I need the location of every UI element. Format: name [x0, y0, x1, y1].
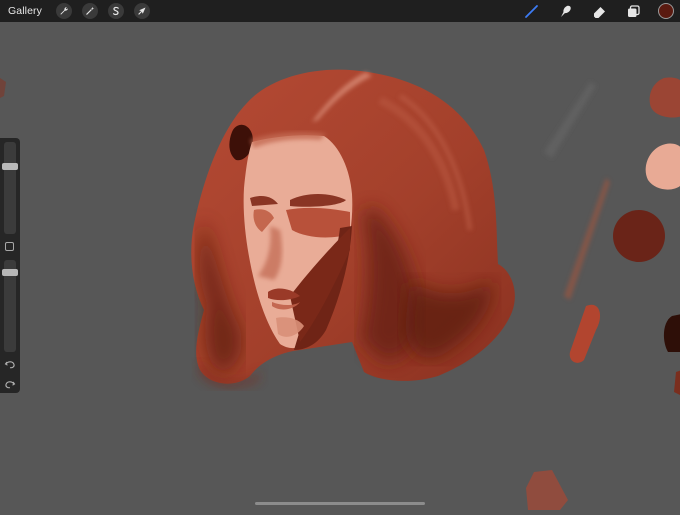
artwork — [0, 69, 680, 510]
brush-icon — [524, 4, 538, 18]
wrench-icon — [60, 7, 68, 15]
brush-size-slider[interactable] — [4, 142, 16, 234]
transform-arrow-icon — [138, 7, 146, 15]
top-toolbar: Gallery — [0, 0, 680, 22]
swatch-dark — [613, 210, 665, 262]
hair — [191, 69, 515, 384]
layers-tool[interactable] — [622, 0, 644, 22]
opacity-handle[interactable] — [2, 268, 18, 276]
redo-icon[interactable] — [4, 378, 16, 390]
magic-wand-icon — [86, 6, 95, 15]
gallery-button[interactable]: Gallery — [8, 5, 42, 17]
eraser-icon — [593, 6, 605, 18]
smudge-tool[interactable] — [554, 0, 576, 22]
right-tools — [508, 0, 674, 22]
brush-sidebar — [0, 138, 20, 393]
transform-button[interactable] — [133, 3, 150, 19]
modify-button[interactable] — [5, 242, 14, 251]
adjustments-button[interactable] — [81, 3, 98, 19]
drawing-canvas[interactable] — [0, 22, 680, 510]
actions-button[interactable] — [55, 3, 72, 19]
swatch-skin — [645, 143, 680, 190]
pale-stroke — [564, 178, 610, 300]
layers-icon — [627, 4, 640, 17]
selection-s-icon — [112, 6, 119, 16]
selection-button[interactable] — [107, 3, 124, 19]
eraser-tool[interactable] — [588, 0, 610, 22]
color-picker-button[interactable] — [658, 3, 674, 19]
undo-icon[interactable] — [4, 358, 16, 370]
swatch-deep — [663, 314, 680, 352]
swatch-hair — [649, 77, 680, 118]
bottom-stroke — [526, 470, 568, 510]
red-stroke — [569, 304, 601, 363]
brush-size-handle[interactable] — [2, 163, 18, 171]
home-indicator[interactable] — [255, 502, 425, 505]
smudge-icon — [560, 5, 571, 17]
brush-tool[interactable] — [520, 0, 542, 22]
gray-stroke — [544, 82, 596, 158]
